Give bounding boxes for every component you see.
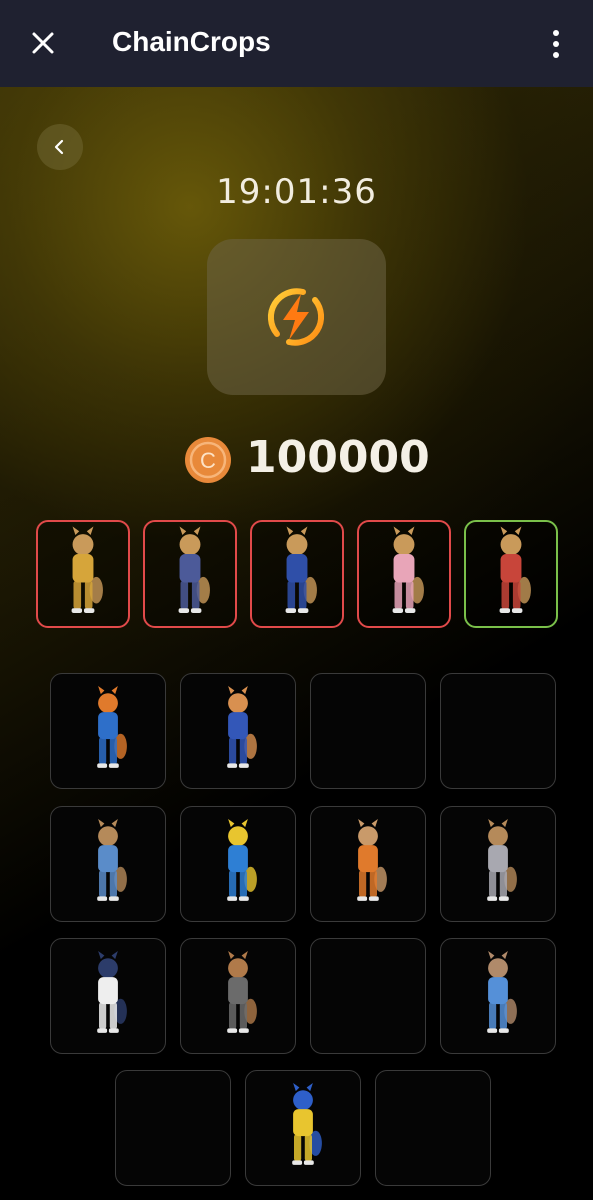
character-figure	[392, 526, 424, 613]
character-figure	[487, 819, 517, 901]
inventory-slot-empty[interactable]	[310, 938, 426, 1054]
character-figure	[97, 819, 127, 901]
inventory-slot-empty[interactable]	[115, 1070, 231, 1186]
inventory-slot-filled[interactable]	[180, 938, 296, 1054]
inventory-slot-filled[interactable]	[50, 938, 166, 1054]
character-figure	[178, 526, 210, 613]
balance-amount: 100000	[246, 432, 430, 483]
inventory-slot-filled[interactable]	[180, 673, 296, 789]
countdown-timer: 19:01:36	[216, 172, 377, 212]
character-figure	[97, 686, 127, 768]
character-figure	[227, 951, 257, 1033]
character-card-rabbit-blue[interactable]	[250, 520, 344, 628]
inventory-slot-filled[interactable]	[310, 806, 426, 922]
character-selector	[36, 520, 558, 628]
inventory-slot-filled[interactable]	[50, 673, 166, 789]
more-vertical-icon[interactable]	[546, 27, 566, 61]
inventory-slot-empty[interactable]	[310, 673, 426, 789]
character-card-squirrel-blue[interactable]	[143, 520, 237, 628]
coin-letter: C	[200, 448, 216, 473]
character-figure	[357, 819, 387, 901]
app-header: ChainCrops	[0, 0, 593, 87]
app-title: ChainCrops	[112, 26, 271, 57]
inventory-slot-filled[interactable]	[180, 806, 296, 922]
character-figure	[227, 819, 257, 901]
inventory-slot-filled[interactable]	[50, 806, 166, 922]
close-icon[interactable]	[28, 28, 58, 58]
character-card-fox-yellow[interactable]	[36, 520, 130, 628]
character-figure	[97, 951, 127, 1033]
character-figure	[71, 526, 103, 613]
lightning-bolt-icon	[267, 288, 325, 346]
inventory-slot-empty[interactable]	[440, 673, 556, 789]
character-figure	[499, 526, 531, 613]
character-figure	[487, 951, 517, 1033]
energy-boost-button[interactable]	[207, 239, 386, 395]
inventory-slot-empty[interactable]	[375, 1070, 491, 1186]
character-figure	[292, 1083, 322, 1165]
inventory-slot-filled[interactable]	[440, 938, 556, 1054]
inventory-slot-filled[interactable]	[245, 1070, 361, 1186]
chevron-left-icon	[54, 139, 64, 155]
back-button[interactable]	[37, 124, 83, 170]
character-card-fox-pink[interactable]	[357, 520, 451, 628]
character-figure	[227, 686, 257, 768]
inventory-slot-filled[interactable]	[440, 806, 556, 922]
character-figure	[285, 526, 317, 613]
character-card-hamster-red[interactable]	[464, 520, 558, 628]
coin-icon: C	[185, 437, 231, 483]
